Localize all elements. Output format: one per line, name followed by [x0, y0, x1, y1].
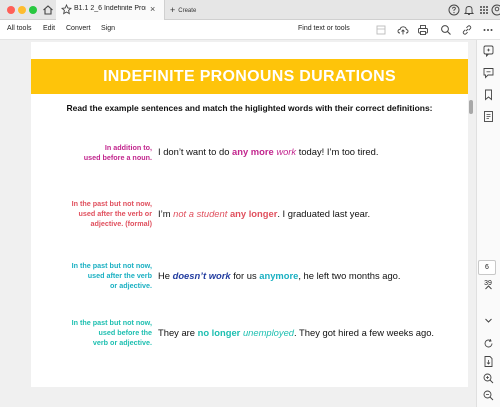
sentence-3-part-a: He [158, 270, 173, 281]
menu-edit[interactable]: Edit [43, 25, 55, 32]
sentence-1-part-a: I don’t want to do [158, 146, 233, 157]
save-file-icon[interactable] [481, 354, 496, 369]
tab-title: B1.1 2_6 Indefinite Pronouns Durations.p… [74, 5, 146, 12]
vertical-scrollbar-thumb[interactable] [469, 100, 473, 114]
definition-3-line-2: used after the verb [87, 271, 152, 280]
window-title-bar: B1.1 2_6 Indefinite Pronouns Durations.p… [0, 0, 500, 20]
find-text-or-tools[interactable]: Find text or tools [298, 25, 350, 32]
sentence-4-context: unemployed [242, 327, 295, 338]
definition-4: In the past but not now, used before the… [45, 318, 152, 348]
refresh-icon[interactable] [481, 336, 496, 351]
page-title: INDEFINITE PRONOUNS DURATIONS [103, 68, 396, 85]
sentence-4-highlight: no longer [197, 327, 241, 338]
definition-2: In the past but not now, used after the … [45, 199, 152, 229]
document-tab[interactable]: B1.1 2_6 Indefinite Pronouns Durations.p… [56, 0, 165, 20]
main-toolbar: All tools Edit Convert Sign Find text or… [0, 20, 500, 40]
menu-sign[interactable]: Sign [101, 25, 115, 32]
account-icon[interactable] [490, 3, 500, 17]
tab-close-icon[interactable]: × [150, 4, 155, 14]
minimize-window-button[interactable] [18, 6, 26, 14]
sentence-2-part-e: . I graduated last year. [277, 208, 371, 219]
help-icon[interactable] [447, 3, 461, 17]
definition-2-line-1: In the past but not now, [71, 199, 152, 208]
sentence-2-part-a: I’m [158, 208, 174, 219]
definition-3-line-1: In the past but not now, [71, 261, 152, 270]
create-button[interactable]: + Create [170, 5, 196, 15]
right-toolbar [476, 40, 500, 407]
definition-1: In addition to, used before a noun. [45, 143, 152, 163]
sentence-1-part-e: today! I’m too tired. [296, 146, 379, 157]
definition-3-line-3: or adjective. [110, 281, 152, 290]
definition-2-line-3: adjective. (formal) [90, 219, 152, 228]
sentence-4: They are no longer unemployed. They got … [158, 327, 434, 338]
home-icon[interactable] [41, 3, 55, 17]
definition-3: In the past but not now, used after the … [45, 261, 152, 291]
definition-4-line-2: used before the [98, 328, 152, 337]
attachments-icon[interactable] [481, 109, 496, 124]
sentence-2-context: not a student [173, 208, 228, 219]
sentence-3-part-c: for us [230, 270, 260, 281]
definition-4-line-3: verb or adjective. [92, 338, 152, 347]
sentence-2-highlight: any longer [229, 208, 278, 219]
link-icon[interactable] [460, 23, 474, 37]
close-window-button[interactable] [7, 6, 15, 14]
page-thumbnail-icon[interactable] [374, 23, 388, 37]
sentence-4-part-a: They are [158, 327, 198, 338]
menu-convert[interactable]: Convert [66, 25, 91, 32]
sentence-1-noun: work [276, 146, 297, 157]
instruction-text: Read the example sentences and match the… [66, 103, 433, 113]
current-page-input[interactable]: 6 [478, 260, 496, 275]
menu-all-tools[interactable]: All tools [7, 25, 32, 32]
definition-2-line-2: used after the verb or [78, 209, 153, 218]
pdf-page: INDEFINITE PRONOUNS DURATIONS Read the e… [31, 42, 468, 387]
total-pages: 39 [484, 280, 492, 287]
sentence-3-context: doesn’t work [172, 270, 231, 281]
sentence-4-part-e: . They got hired a few weeks ago. [294, 327, 435, 338]
maximize-window-button[interactable] [29, 6, 37, 14]
chevron-down-icon[interactable] [481, 313, 496, 328]
sentence-3: He doesn’t work for us anymore, he left … [158, 270, 401, 281]
sentence-1-highlight: any more [232, 146, 274, 157]
title-banner: INDEFINITE PRONOUNS DURATIONS [31, 59, 468, 94]
sentence-3-part-e: , he left two months ago. [298, 270, 401, 281]
search-icon[interactable] [439, 23, 453, 37]
definition-1-line-1: In addition to, [104, 143, 152, 152]
zoom-out-icon[interactable] [481, 388, 496, 403]
star-icon[interactable] [61, 4, 72, 15]
definition-1-line-2: used before a noun. [83, 153, 152, 162]
bookmark-icon[interactable] [481, 87, 496, 102]
create-label: Create [178, 8, 197, 14]
comment-icon[interactable] [481, 65, 496, 80]
definition-4-line-1: In the past but not now, [71, 318, 152, 327]
sentence-2: I’m not a student any longer. I graduate… [158, 208, 370, 219]
save-to-cloud-icon[interactable] [396, 23, 410, 37]
plus-icon: + [170, 5, 176, 15]
more-icon[interactable] [481, 23, 495, 37]
document-viewport[interactable]: INDEFINITE PRONOUNS DURATIONS Read the e… [0, 40, 476, 407]
apps-grid-icon[interactable] [477, 3, 491, 17]
sentence-3-highlight: anymore [259, 270, 299, 281]
sentence-1: I don’t want to do any more work today! … [158, 146, 378, 157]
zoom-in-icon[interactable] [481, 371, 496, 386]
print-icon[interactable] [416, 23, 430, 37]
ai-assistant-icon[interactable] [481, 43, 496, 58]
bell-icon[interactable] [462, 3, 476, 17]
